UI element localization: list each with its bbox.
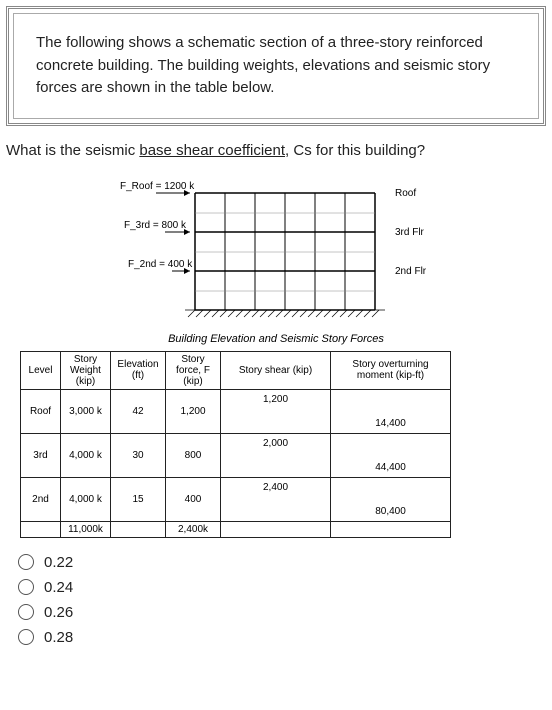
- option-label: 0.26: [44, 604, 73, 621]
- header-moment: Story overturning moment (kip-ft): [331, 351, 451, 389]
- answer-options: 0.22 0.24 0.26 0.28: [18, 554, 552, 646]
- prompt-outer-frame: The following shows a schematic section …: [6, 6, 546, 126]
- cell-elevation: 42: [111, 389, 166, 433]
- option-a[interactable]: 0.22: [18, 554, 552, 571]
- radio-icon[interactable]: [18, 579, 34, 595]
- cell-shear: 2,000: [221, 433, 331, 477]
- header-level: Level: [21, 351, 61, 389]
- cell-blank: [221, 521, 331, 537]
- cell-force: 1,200: [166, 389, 221, 433]
- option-label: 0.24: [44, 579, 73, 596]
- cell-shear: 2,400: [221, 477, 331, 521]
- cell-elevation: 30: [111, 433, 166, 477]
- header-elevation: Elevation (ft): [111, 351, 166, 389]
- table-header-row: Level Story Weight (kip) Elevation (ft) …: [21, 351, 451, 389]
- force-roof-label: F_Roof = 1200 k: [120, 181, 195, 192]
- table-row: 3rd 4,000 k 30 800 2,000 44,400: [21, 433, 451, 477]
- header-shear: Story shear (kip): [221, 351, 331, 389]
- header-force: Story force, F (kip): [166, 351, 221, 389]
- radio-icon[interactable]: [18, 629, 34, 645]
- option-label: 0.22: [44, 554, 73, 571]
- force-third-label: F_3rd = 800 k: [124, 220, 187, 231]
- cell-level: 2nd: [21, 477, 61, 521]
- radio-icon[interactable]: [18, 604, 34, 620]
- table-row: 2nd 4,000 k 15 400 2,400 80,400: [21, 477, 451, 521]
- option-b[interactable]: 0.24: [18, 579, 552, 596]
- header-weight: Story Weight (kip): [61, 351, 111, 389]
- option-label: 0.28: [44, 629, 73, 646]
- table-totals-row: 11,000k 2,400k: [21, 521, 451, 537]
- cell-moment: 80,400: [331, 477, 451, 521]
- cell-blank: [111, 521, 166, 537]
- question-underlined: base shear coefficient: [139, 142, 285, 159]
- prompt-text: The following shows a schematic section …: [36, 32, 516, 100]
- cell-force: 800: [166, 433, 221, 477]
- cell-total-force: 2,400k: [166, 521, 221, 537]
- cell-total-weight: 11,000k: [61, 521, 111, 537]
- ground-hatch-icon: [185, 310, 385, 317]
- cell-moment: 44,400: [331, 433, 451, 477]
- cell-shear: 1,200: [221, 389, 331, 433]
- question-text: What is the seismic base shear coefficie…: [6, 142, 546, 159]
- prompt-inner-frame: The following shows a schematic section …: [13, 13, 539, 119]
- label-third: 3rd Flr: [395, 227, 425, 238]
- building-diagram: F_Roof = 1200 k F_3rd = 800 k F_2nd = 40…: [60, 173, 512, 323]
- cell-level: Roof: [21, 389, 61, 433]
- label-second: 2nd Flr: [395, 266, 427, 277]
- cell-weight: 3,000 k: [61, 389, 111, 433]
- cell-level: 3rd: [21, 433, 61, 477]
- cell-blank: [21, 521, 61, 537]
- cell-blank: [331, 521, 451, 537]
- cell-elevation: 15: [111, 477, 166, 521]
- table-row: Roof 3,000 k 42 1,200 1,200 14,400: [21, 389, 451, 433]
- data-table: Level Story Weight (kip) Elevation (ft) …: [20, 351, 451, 538]
- question-post: , Cs for this building?: [285, 142, 425, 159]
- cell-weight: 4,000 k: [61, 433, 111, 477]
- option-c[interactable]: 0.26: [18, 604, 552, 621]
- diagram-caption: Building Elevation and Seismic Story For…: [0, 333, 552, 345]
- building-frame: [195, 193, 375, 310]
- diagram-svg: F_Roof = 1200 k F_3rd = 800 k F_2nd = 40…: [60, 173, 480, 323]
- label-roof: Roof: [395, 188, 416, 199]
- force-second-label: F_2nd = 400 k: [128, 259, 193, 270]
- question-pre: What is the seismic: [6, 142, 139, 159]
- option-d[interactable]: 0.28: [18, 629, 552, 646]
- cell-weight: 4,000 k: [61, 477, 111, 521]
- cell-force: 400: [166, 477, 221, 521]
- cell-moment: 14,400: [331, 389, 451, 433]
- radio-icon[interactable]: [18, 554, 34, 570]
